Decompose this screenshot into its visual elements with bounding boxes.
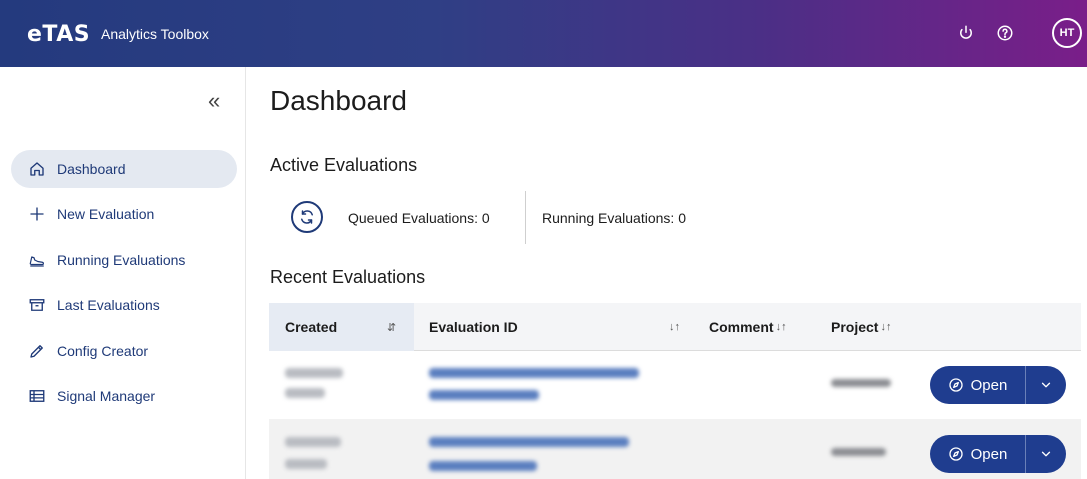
evaluation-id-link-redacted[interactable]: [429, 461, 537, 471]
top-bar: eTAS Analytics Toolbox HT: [0, 0, 1087, 67]
sidebar: « Dashboard New Evaluation Running Evalu…: [0, 67, 246, 479]
sidebar-item-signal-manager[interactable]: Signal Manager: [11, 377, 237, 415]
sort-icon[interactable]: ↓↑: [880, 321, 891, 333]
column-label: Created: [285, 319, 338, 335]
sort-desc-icon[interactable]: ⇵: [387, 321, 396, 334]
user-avatar[interactable]: HT: [1052, 18, 1082, 48]
created-cell-redacted: [285, 437, 341, 447]
running-evaluations-count: Running Evaluations: 0: [542, 210, 686, 226]
table-row[interactable]: Open: [269, 352, 1081, 418]
active-evaluations-heading: Active Evaluations: [270, 155, 418, 175]
running-shoe-icon: [27, 250, 47, 270]
column-label: Evaluation ID: [429, 319, 518, 335]
refresh-button[interactable]: [291, 201, 323, 233]
open-options-dropdown[interactable]: [1026, 435, 1066, 473]
table-row[interactable]: Open: [269, 419, 1081, 479]
sidebar-item-running-evaluations[interactable]: Running Evaluations: [11, 241, 237, 279]
main-content: Dashboard Active Evaluations Queued Eval…: [247, 67, 1087, 479]
power-icon[interactable]: [957, 24, 975, 42]
column-project[interactable]: Project ↓↑: [831, 303, 931, 351]
help-icon[interactable]: [996, 24, 1014, 42]
column-comment[interactable]: Comment ↓↑: [709, 303, 819, 351]
sidebar-item-label: Config Creator: [57, 343, 149, 359]
chevron-down-icon: [1041, 451, 1051, 457]
open-split-button: Open: [930, 366, 1066, 404]
open-button-label: Open: [970, 445, 1008, 463]
sort-icon[interactable]: ↓↑: [776, 321, 787, 333]
open-options-dropdown[interactable]: [1026, 366, 1066, 404]
sidebar-item-label: Last Evaluations: [57, 297, 160, 313]
collapse-sidebar-icon[interactable]: «: [208, 88, 220, 114]
sidebar-item-new-evaluation[interactable]: New Evaluation: [11, 195, 237, 233]
sort-icon[interactable]: ↓↑: [669, 321, 680, 333]
table-header: Created ⇵ Evaluation ID ↓↑ Comment ↓↑ Pr…: [269, 303, 1081, 351]
created-cell-redacted: [285, 459, 327, 469]
chevron-down-icon: [1041, 382, 1051, 388]
sidebar-item-config-creator[interactable]: Config Creator: [11, 332, 237, 370]
stat-divider: [525, 191, 526, 244]
column-created[interactable]: Created ⇵: [269, 303, 414, 351]
archive-box-icon: [27, 295, 47, 315]
open-button-label: Open: [970, 376, 1008, 394]
home-icon: [27, 159, 47, 179]
sidebar-item-last-evaluations[interactable]: Last Evaluations: [11, 286, 237, 324]
open-split-button: Open: [930, 435, 1066, 473]
table-icon: [27, 386, 47, 406]
page-title: Dashboard: [270, 85, 407, 116]
compass-icon: [948, 378, 963, 392]
recent-evaluations-heading: Recent Evaluations: [270, 267, 426, 287]
plus-icon: [27, 204, 47, 224]
evaluation-id-link-redacted[interactable]: [429, 390, 539, 400]
pencil-icon: [27, 341, 47, 361]
column-label: Project: [831, 319, 879, 335]
etas-logo[interactable]: eTAS: [27, 22, 90, 47]
open-button[interactable]: Open: [930, 435, 1026, 473]
compass-icon: [948, 447, 963, 461]
sidebar-item-label: Running Evaluations: [57, 252, 186, 268]
column-evaluation-id[interactable]: Evaluation ID ↓↑: [429, 303, 689, 351]
sidebar-item-label: Dashboard: [57, 161, 126, 177]
sidebar-item-label: New Evaluation: [57, 206, 155, 222]
app-name: Analytics Toolbox: [101, 26, 209, 42]
sidebar-item-dashboard[interactable]: Dashboard: [11, 150, 237, 188]
created-cell-redacted: [285, 368, 343, 378]
evaluation-id-link-redacted[interactable]: [429, 437, 629, 447]
project-cell-redacted: [831, 448, 886, 456]
evaluation-id-link-redacted[interactable]: [429, 368, 639, 378]
project-cell-redacted: [831, 379, 891, 387]
sidebar-item-label: Signal Manager: [57, 388, 156, 404]
refresh-icon: [301, 210, 313, 224]
created-cell-redacted: [285, 388, 325, 398]
column-label: Comment: [709, 319, 774, 335]
open-button[interactable]: Open: [930, 366, 1026, 404]
queued-evaluations-count: Queued Evaluations: 0: [348, 210, 490, 226]
